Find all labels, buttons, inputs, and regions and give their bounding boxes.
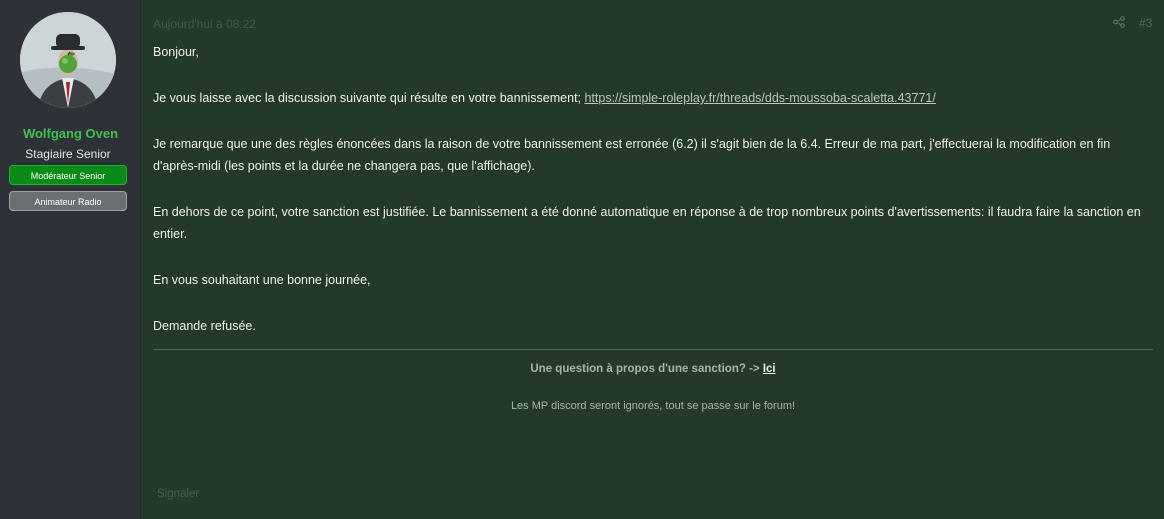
post-date[interactable]: Aujourd'hui à 08:22 <box>153 17 256 31</box>
post-container: Wolfgang Oven Stagiaire Senior Modérateu… <box>0 0 1164 519</box>
signature-question-text: Une question à propos d'une sanction? -> <box>530 363 763 375</box>
paragraph-sanction: En dehors de ce point, votre sanction es… <box>153 205 1141 241</box>
signature-divider <box>153 349 1153 350</box>
thread-link[interactable]: https://simple-roleplay.fr/threads/dds-m… <box>584 91 935 105</box>
share-icon[interactable] <box>1113 16 1125 28</box>
banner-animateur-radio: Animateur Radio <box>9 191 127 211</box>
greeting-text: Bonjour, <box>153 45 199 59</box>
signature-mp-note: Les MP discord seront ignorés, tout se p… <box>510 400 796 412</box>
post-number[interactable]: #3 <box>1139 16 1152 30</box>
post-main: Aujourd'hui à 08:22 #3 Bonjour, Je vous … <box>141 0 1164 519</box>
report-link[interactable]: Signaler <box>157 488 199 500</box>
username[interactable]: Wolfgang Oven <box>0 126 141 141</box>
paragraph-rule-error: Je remarque que une des règles énoncées … <box>153 137 1111 173</box>
avatar[interactable] <box>20 12 116 108</box>
paragraph-closing: En vous souhaitant une bonne journée, <box>153 273 371 287</box>
signature-link[interactable]: Ici <box>763 363 776 375</box>
post-body: Bonjour, Je vous laisse avec la discussi… <box>153 41 1153 361</box>
user-title: Stagiaire Senior <box>25 147 111 161</box>
paragraph-verdict: Demande refusée. <box>153 319 256 333</box>
paragraph-text: Je vous laisse avec la discussion suivan… <box>153 91 585 105</box>
paragraph-discussion: Je vous laisse avec la discussion suivan… <box>153 87 1153 109</box>
user-sidebar: Wolfgang Oven Stagiaire Senior Modérateu… <box>0 0 141 519</box>
banner-moderateur-senior: Modérateur Senior <box>9 165 127 185</box>
avatar-image <box>20 12 116 108</box>
signature-question: Une question à propos d'une sanction? ->… <box>153 363 1153 375</box>
